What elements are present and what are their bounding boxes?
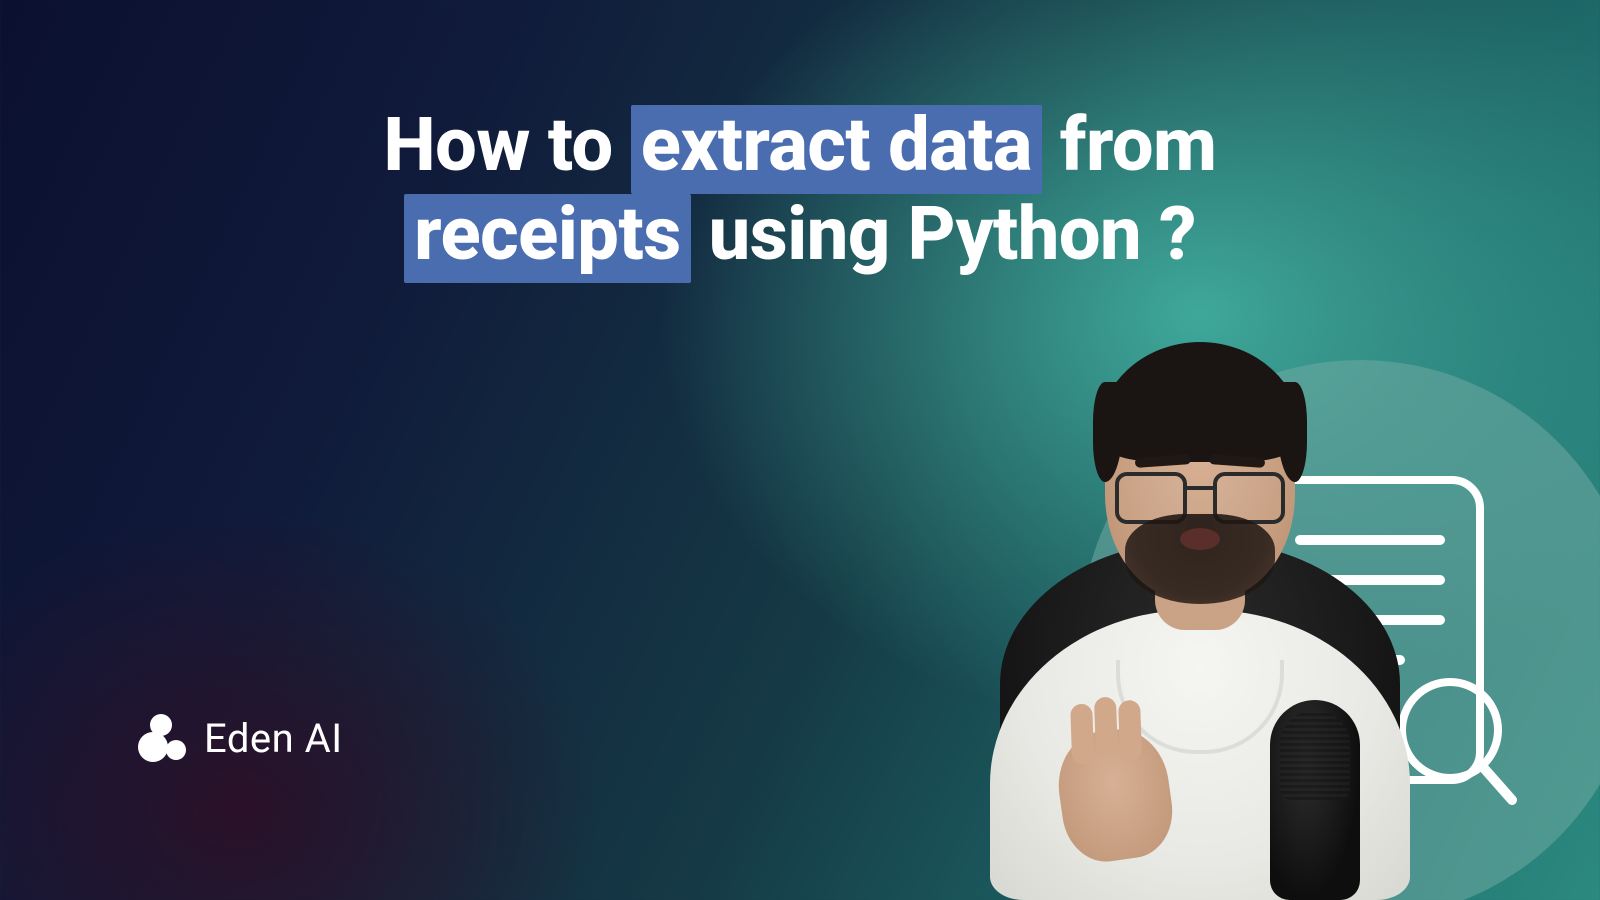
title-text: How to [384, 102, 631, 189]
title-text: using Python ? [691, 191, 1196, 278]
presenter-face [1105, 360, 1295, 600]
brand-logo-icon [138, 714, 186, 762]
presenter [940, 380, 1460, 900]
title-highlight: receipts [404, 194, 691, 283]
brand-logo: Eden AI [138, 714, 343, 762]
video-title: How to extract data from receipts using … [0, 105, 1600, 283]
title-highlight: extract data [631, 105, 1042, 194]
title-text: from [1042, 102, 1217, 189]
brand-name: Eden AI [204, 715, 343, 762]
microphone-icon [1240, 700, 1390, 900]
